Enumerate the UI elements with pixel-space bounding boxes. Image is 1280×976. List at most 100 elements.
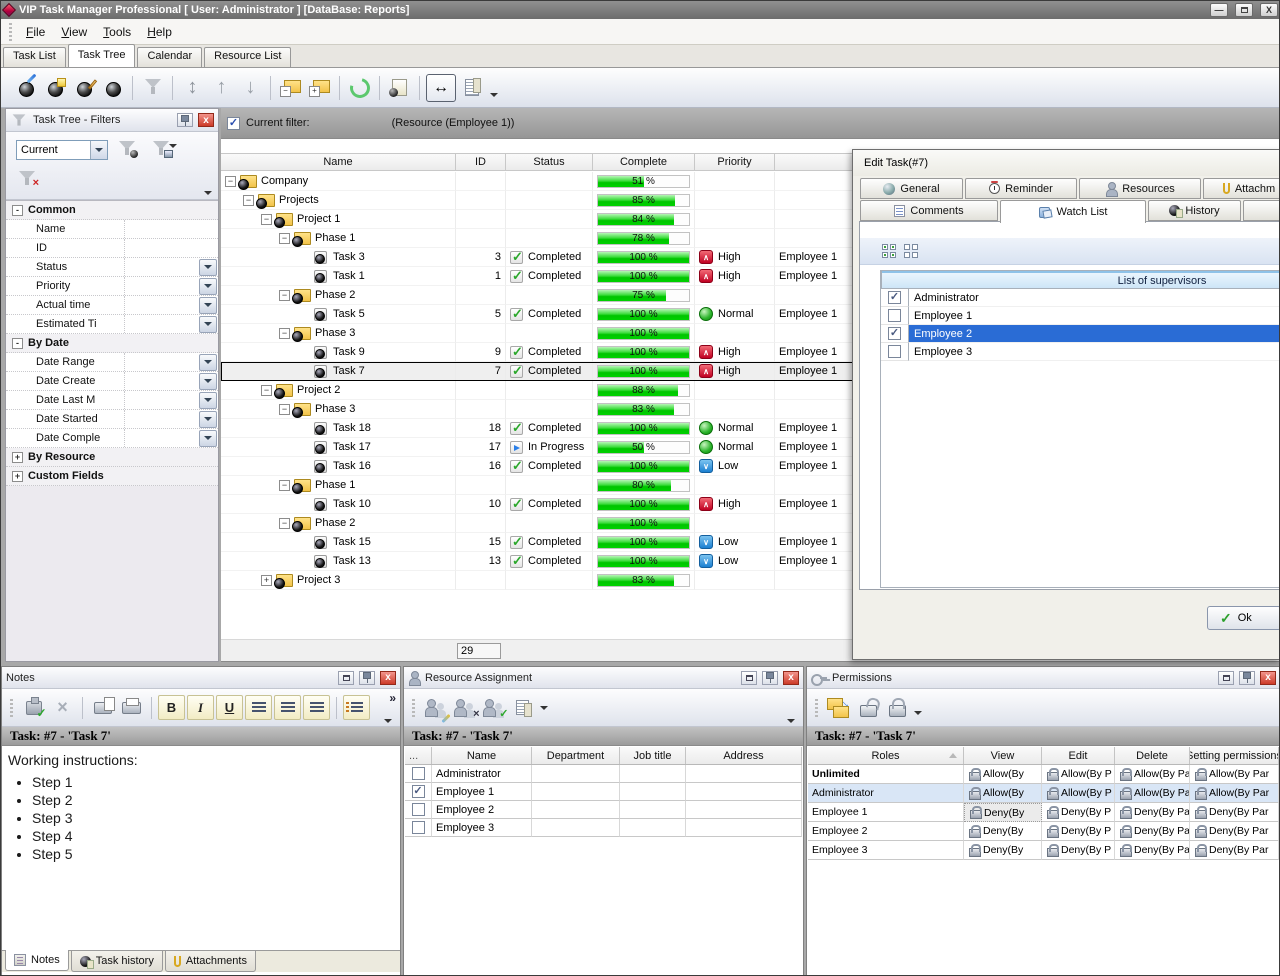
ok-button[interactable]: ✓ Ok (1207, 606, 1280, 630)
preset-dropdown-button[interactable] (90, 141, 107, 159)
col-setting-permissions[interactable]: Setting permissions (1190, 747, 1279, 764)
notes-tool-button[interactable] (245, 695, 272, 720)
dialog-tab[interactable]: Attachm (1203, 178, 1280, 199)
toolbar-button[interactable] (419, 76, 420, 100)
clear-filter-icon[interactable]: × (18, 170, 36, 186)
filter-row[interactable]: Actual time (6, 296, 218, 315)
lock-button[interactable] (883, 694, 910, 721)
close-panel-button[interactable]: x (380, 671, 396, 685)
unlock-button[interactable] (854, 694, 881, 721)
accept-assignment-button[interactable]: ✓ (480, 694, 507, 721)
menu-item[interactable]: Help (139, 22, 180, 42)
filter-dropdown-button[interactable] (199, 259, 217, 276)
resource-row[interactable]: ✓ Administrator (405, 765, 802, 783)
permission-row[interactable]: Administrator Allow(By Allow(By P Allow(… (808, 784, 1279, 803)
col-priority[interactable]: Priority (695, 154, 775, 170)
close-filters-button[interactable]: x (198, 113, 214, 127)
resource-checkbox[interactable]: ✓ (412, 785, 425, 798)
toolbar-button[interactable] (70, 74, 97, 101)
toolbar-button[interactable] (306, 74, 333, 101)
group-expand-icon[interactable]: - (12, 338, 23, 349)
dialog-tab[interactable]: History (1148, 200, 1241, 221)
notes-tool-button[interactable] (118, 695, 145, 720)
dialog-tab[interactable]: Comments (860, 200, 998, 221)
filter-row[interactable]: Date Create (6, 372, 218, 391)
resource-checkbox[interactable]: ✓ (412, 767, 425, 780)
supervisor-checkbox[interactable]: ✓ (888, 291, 901, 304)
filter-row[interactable]: - Common (6, 201, 218, 220)
col-delete[interactable]: Delete (1115, 747, 1190, 764)
filter-row[interactable]: - By Date (6, 334, 218, 353)
toolbar-button[interactable] (270, 76, 271, 100)
notes-tool-button[interactable] (343, 695, 370, 720)
filter-dropdown-button[interactable] (199, 316, 217, 333)
toolbar-button[interactable] (99, 74, 126, 101)
permission-row[interactable]: Unlimited Allow(By Allow(By P Allow(By P… (808, 765, 1279, 784)
dialog-tab[interactable]: Reminder (965, 178, 1077, 199)
dialog-tab[interactable]: Watch List (1000, 200, 1146, 223)
notes-body[interactable]: Working instructions: Step 1Step 2Step 3… (2, 746, 400, 946)
col-status[interactable]: Status (506, 154, 593, 170)
group-expand-icon[interactable]: + (12, 452, 23, 463)
filter-dropdown-button[interactable] (199, 297, 217, 314)
pin-button[interactable] (359, 671, 375, 685)
dialog-tab[interactable]: Resources (1079, 178, 1201, 199)
notes-tool-button[interactable] (274, 695, 301, 720)
toolbar-button[interactable] (41, 74, 68, 101)
bottom-tab[interactable]: Attachments (165, 951, 256, 972)
toolbar-button[interactable] (339, 76, 340, 100)
restore-panel-button[interactable] (338, 671, 354, 685)
filter-dropdown-button[interactable] (199, 430, 217, 447)
collapse-node-icon[interactable]: − (279, 290, 290, 301)
resource-row[interactable]: ✓ Employee 3 (405, 819, 802, 837)
filter-row[interactable]: + By Resource (6, 448, 218, 467)
expand-node-icon[interactable]: + (261, 575, 272, 586)
toolbar-overflow-icon[interactable] (787, 719, 795, 723)
restore-button[interactable] (1235, 3, 1253, 17)
assign-resource-button[interactable] (422, 694, 449, 721)
notes-tool-button[interactable] (151, 697, 152, 719)
col-id[interactable]: ID (456, 154, 506, 170)
check-all-icon[interactable] (882, 244, 896, 258)
minimize-button[interactable]: — (1210, 3, 1228, 17)
notes-tool-button[interactable] (20, 695, 47, 720)
menu-item[interactable]: Tools (95, 22, 139, 42)
notes-tool-button[interactable]: B (158, 695, 185, 720)
copy-permissions-button[interactable]: → (825, 694, 852, 721)
group-expand-icon[interactable]: - (12, 205, 23, 216)
filters-overflow-icon[interactable] (204, 191, 212, 195)
collapse-node-icon[interactable]: − (243, 195, 254, 206)
toolbar-button[interactable] (458, 74, 485, 101)
toolbar-button[interactable] (179, 74, 206, 101)
col-name[interactable]: Name (221, 154, 456, 170)
toolbar-button[interactable] (208, 74, 235, 101)
resource-checkbox[interactable]: ✓ (412, 821, 425, 834)
collapse-node-icon[interactable]: − (279, 518, 290, 529)
toolbar-button[interactable] (277, 74, 304, 101)
dropdown-arrow-icon[interactable] (540, 706, 548, 710)
apply-filter-icon[interactable] (118, 140, 136, 156)
filter-dropdown-button[interactable] (199, 278, 217, 295)
toolbar-button[interactable] (490, 93, 498, 97)
supervisor-row[interactable]: ✓ Employee 1 (881, 307, 1280, 325)
unassign-resource-button[interactable]: × (451, 694, 478, 721)
resource-checkbox[interactable]: ✓ (412, 803, 425, 816)
toolbar-button[interactable] (237, 74, 264, 101)
resource-row[interactable]: ✓ Employee 1 (405, 783, 802, 801)
pin-button[interactable] (1239, 671, 1255, 685)
supervisor-row[interactable]: ✓ Employee 3 (881, 343, 1280, 361)
toolbar-button[interactable] (379, 76, 380, 100)
filter-dropdown-button[interactable] (199, 392, 217, 409)
resource-report-button[interactable] (509, 694, 536, 721)
notes-tool-button[interactable] (303, 695, 330, 720)
toolbar-button[interactable] (12, 74, 39, 101)
toolbar-button[interactable] (346, 74, 373, 101)
col-department[interactable]: Department (532, 747, 620, 764)
notes-tool-button[interactable]: I (187, 695, 214, 720)
pin-button[interactable] (762, 671, 778, 685)
more-buttons-icon[interactable]: » (389, 691, 396, 705)
col-complete[interactable]: Complete (593, 154, 695, 170)
bottom-tab[interactable]: Task history (71, 951, 163, 972)
view-tab[interactable]: Resource List (204, 47, 291, 67)
view-tab[interactable]: Task Tree (68, 44, 136, 67)
